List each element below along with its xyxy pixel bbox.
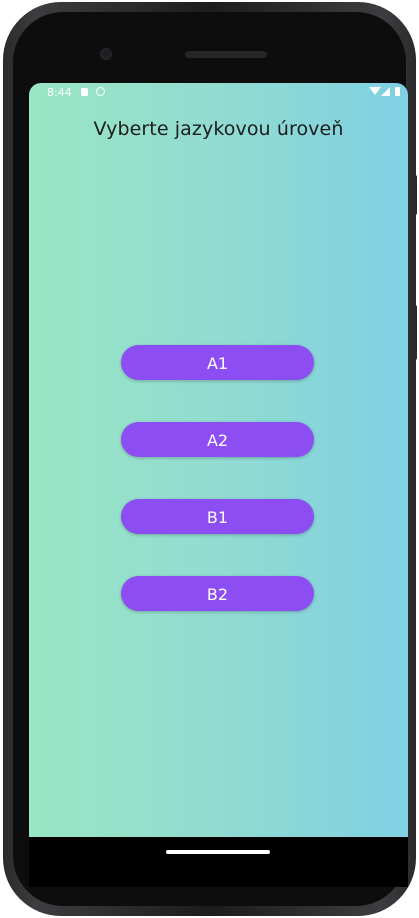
page-title: Vyberte jazykovou úroveň (93, 118, 344, 140)
battery-icon (395, 87, 400, 96)
front-camera (100, 48, 112, 60)
sync-circle-icon (96, 87, 105, 96)
sd-card-icon (81, 88, 88, 96)
volume-button (413, 305, 417, 360)
status-time: 8:44 (47, 86, 72, 99)
home-indicator[interactable] (166, 850, 270, 854)
level-button-a2[interactable]: A2 (121, 422, 314, 457)
app-screen: 8:44 Vyberte jazykovou úroveň A1 A2 B1 B… (29, 83, 408, 837)
level-button-b1[interactable]: B1 (121, 499, 314, 534)
power-button (413, 175, 417, 215)
wifi-icon (369, 87, 381, 95)
level-button-a1[interactable]: A1 (121, 345, 314, 380)
level-button-b2[interactable]: B2 (121, 576, 314, 611)
earpiece-speaker (185, 51, 267, 58)
status-bar: 8:44 (29, 83, 408, 101)
signal-icon (381, 87, 390, 96)
navigation-bar (29, 837, 408, 887)
